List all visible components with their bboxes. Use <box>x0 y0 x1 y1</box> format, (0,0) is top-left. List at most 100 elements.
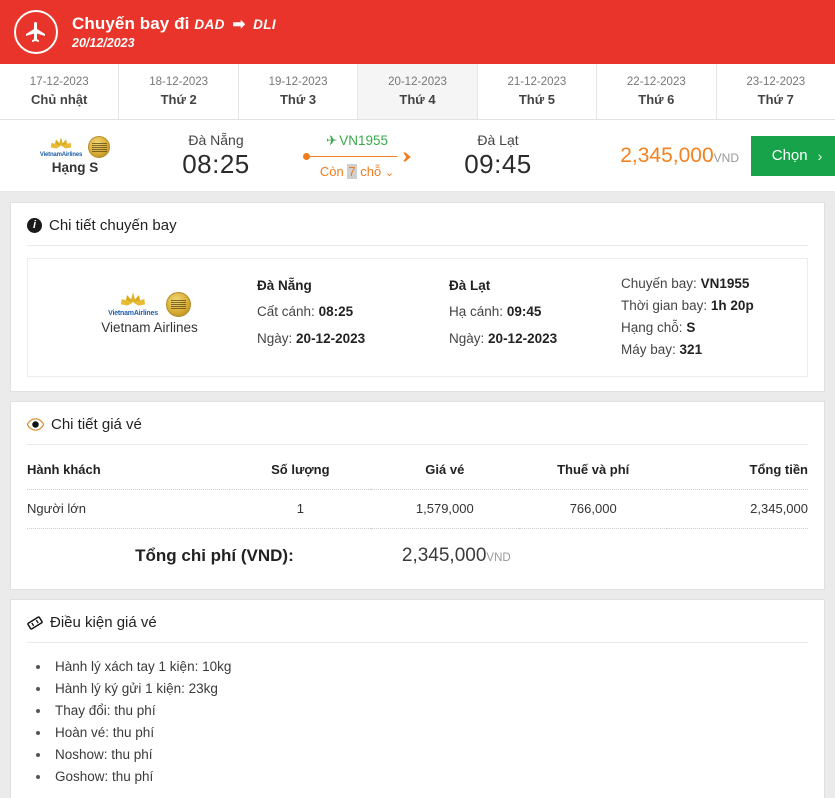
fare-details-title: Chi tiết giá vé <box>27 416 808 446</box>
fare-cell-tax: 766,000 <box>519 489 668 530</box>
date-tab-date: 20-12-2023 <box>388 76 447 88</box>
vietnam-airlines-lotus-icon: VietnamAirlines <box>40 136 82 158</box>
details-landing-label: Hạ cánh: <box>449 304 504 320</box>
summary-price: 2,345,000VND <box>564 144 751 168</box>
fare-col-total: Tổng tiền <box>667 449 808 491</box>
list-item: Goshow: thu phí <box>51 766 808 788</box>
fare-col-fare: Giá vé <box>370 449 519 491</box>
page-header: Chuyến bay đi DAD ➡ DLI 20/12/2023 <box>0 0 835 64</box>
date-tab-date: 18-12-2023 <box>149 76 209 88</box>
fare-col-quantity: Số lượng <box>230 449 371 491</box>
date-tab-dow: Thứ 2 <box>160 92 197 107</box>
details-airline: VietnamAirlines Vietnam Airlines <box>42 273 257 335</box>
summary-arrival: Đà Lạt 09:45 <box>432 132 564 180</box>
summary-flight-number: ✈ VN1955 <box>326 133 388 149</box>
details-meta-column: Chuyến bay: VN1955 Thời gian bay: 1h 20p… <box>621 273 754 360</box>
date-tab-2[interactable]: 19-12-2023 Thứ 3 <box>238 64 359 119</box>
date-tab-4[interactable]: 21-12-2023 Thứ 5 <box>477 64 598 119</box>
route-plane-arrow-icon <box>395 148 413 166</box>
fare-table-header-row: Hành khách Số lượng Giá vé Thuế và phí T… <box>27 449 808 491</box>
details-arrival-city: Đà Lạt <box>449 278 491 293</box>
date-tab-date: 22-12-2023 <box>626 76 686 88</box>
summary-route: ✈ VN1955 Còn 7 chỗ ⌄ <box>282 133 432 179</box>
fare-conditions-title: Điều kiện giá vé <box>27 614 808 644</box>
details-arrival-date-value: 20-12-2023 <box>488 330 558 346</box>
details-arrival-date-label: Ngày: <box>449 330 485 346</box>
fare-table-head: Hành khách Số lượng Giá vé Thuế và phí T… <box>27 449 808 491</box>
details-departure-date: Ngày: 20-12-2023 <box>257 326 449 352</box>
date-tab-5[interactable]: 22-12-2023 Thứ 6 <box>597 64 717 119</box>
fare-details-panel: Chi tiết giá vé Hành khách Số lượng Giá … <box>10 401 825 591</box>
details-departure-column: Đà Nẵng Cất cánh: 08:25 Ngày: 20-12-2023 <box>257 273 449 352</box>
details-takeoff-value: 08:25 <box>318 304 354 320</box>
choose-flight-button[interactable]: Chọn › <box>751 135 835 176</box>
fare-cell-fare: 1,579,000 <box>370 489 519 530</box>
summary-seats-left[interactable]: Còn 7 chỗ ⌄ <box>320 163 394 179</box>
details-class-label: Hạng chỗ: <box>621 319 683 335</box>
details-duration-label: Thời gian bay: <box>621 297 708 313</box>
date-tab-dow: Thứ 3 <box>279 92 317 107</box>
airline-logo-group: VietnamAirlines <box>40 136 111 158</box>
date-tab-3-selected[interactable]: 20-12-2023 Thứ 4 <box>358 64 478 119</box>
route-line <box>307 155 397 157</box>
badge-inner <box>91 142 107 152</box>
fare-col-tax: Thuế và phí <box>519 449 668 491</box>
details-landing: Hạ cánh: 09:45 <box>449 299 621 325</box>
date-tab-dow: Thứ 7 <box>757 92 794 107</box>
date-tab-0[interactable]: 17-12-2023 Chủ nhật <box>0 64 120 119</box>
skytrax-gold-badge-icon <box>88 136 111 158</box>
date-tab-date: 17-12-2023 <box>29 76 89 88</box>
summary-arrival-time: 09:45 <box>464 148 532 179</box>
summary-flight-number-text: VN1955 <box>339 132 389 148</box>
fare-col-passenger: Hành khách <box>27 449 231 491</box>
choose-button-label: Chọn <box>771 147 808 164</box>
fare-table-body: Người lớn 1 1,579,000 766,000 2,345,000 <box>27 489 808 530</box>
details-duration: Thời gian bay: 1h 20p <box>621 295 754 317</box>
list-item: Hành lý xách tay 1 kiện: 10kg <box>51 656 808 678</box>
date-tab-dow: Thứ 6 <box>638 92 675 107</box>
fare-cell-quantity: 1 <box>230 489 371 530</box>
details-arrival-column: Đà Lạt Hạ cánh: 09:45 Ngày: 20-12-2023 <box>449 273 621 352</box>
flight-result-page: Chuyến bay đi DAD ➡ DLI 20/12/2023 17-12… <box>0 0 835 798</box>
flight-details-title: i Chi tiết chuyến bay <box>27 217 808 246</box>
header-title-prefix: Chuyến bay đi <box>72 13 190 33</box>
origin-code: DAD <box>194 16 225 32</box>
total-cost-row: Tổng chi phí (VND): 2,345,000VND <box>27 529 808 575</box>
summary-departure-city: Đà Nẵng <box>188 131 244 148</box>
summary-departure: Đà Nẵng 08:25 <box>150 132 282 180</box>
flight-details-title-text: Chi tiết chuyến bay <box>49 217 177 234</box>
details-airline-name: Vietnam Airlines <box>101 320 198 335</box>
details-flight-no: Chuyến bay: VN1955 <box>621 273 754 295</box>
details-takeoff-label: Cất cánh: <box>257 304 315 320</box>
details-departure-city: Đà Nẵng <box>257 278 312 293</box>
arrow-right-icon: ➡ <box>232 15 246 33</box>
details-aircraft-label: Máy bay: <box>621 341 676 357</box>
details-aircraft: Máy bay: 321 <box>621 339 754 361</box>
route-line-graphic <box>303 151 411 163</box>
detail-panels: i Chi tiết chuyến bay VietnamAirlines Vi… <box>0 192 835 798</box>
flight-details-box: VietnamAirlines Vietnam Airlines Đà Nẵng… <box>27 258 808 378</box>
list-item: Noshow: thu phí <box>51 744 808 766</box>
date-tab-1[interactable]: 18-12-2023 Thứ 2 <box>119 64 239 119</box>
date-tab-6[interactable]: 23-12-2023 Thứ 7 <box>716 64 835 119</box>
chevron-down-icon[interactable]: ⌄ <box>385 167 394 179</box>
date-tab-date: 21-12-2023 <box>507 76 567 88</box>
fare-cell-total: 2,345,000 <box>667 489 808 530</box>
date-tab-date: 23-12-2023 <box>746 76 806 88</box>
list-item: Hoàn vé: thu phí <box>51 722 808 744</box>
summary-airline: VietnamAirlines Hạng S <box>0 136 150 175</box>
page-title: Chuyến bay đi DAD ➡ DLI <box>72 14 276 34</box>
airline-logo-wordmark: VietnamAirlines <box>108 310 158 317</box>
vietnam-airlines-lotus-icon: VietnamAirlines <box>108 291 158 317</box>
list-item: Thay đổi: thu phí <box>51 700 808 722</box>
airline-logo-group: VietnamAirlines <box>108 291 191 317</box>
summary-price-currency: VND <box>713 150 739 165</box>
details-class-value: S <box>686 319 696 335</box>
table-row: Người lớn 1 1,579,000 766,000 2,345,000 <box>27 489 808 530</box>
details-class: Hạng chỗ: S <box>621 317 754 339</box>
eye-icon <box>27 418 44 432</box>
total-cost-currency: VND <box>486 552 511 565</box>
fare-cell-passenger: Người lớn <box>27 489 231 530</box>
fare-details-title-text: Chi tiết giá vé <box>51 416 142 434</box>
details-takeoff: Cất cánh: 08:25 <box>257 299 449 325</box>
